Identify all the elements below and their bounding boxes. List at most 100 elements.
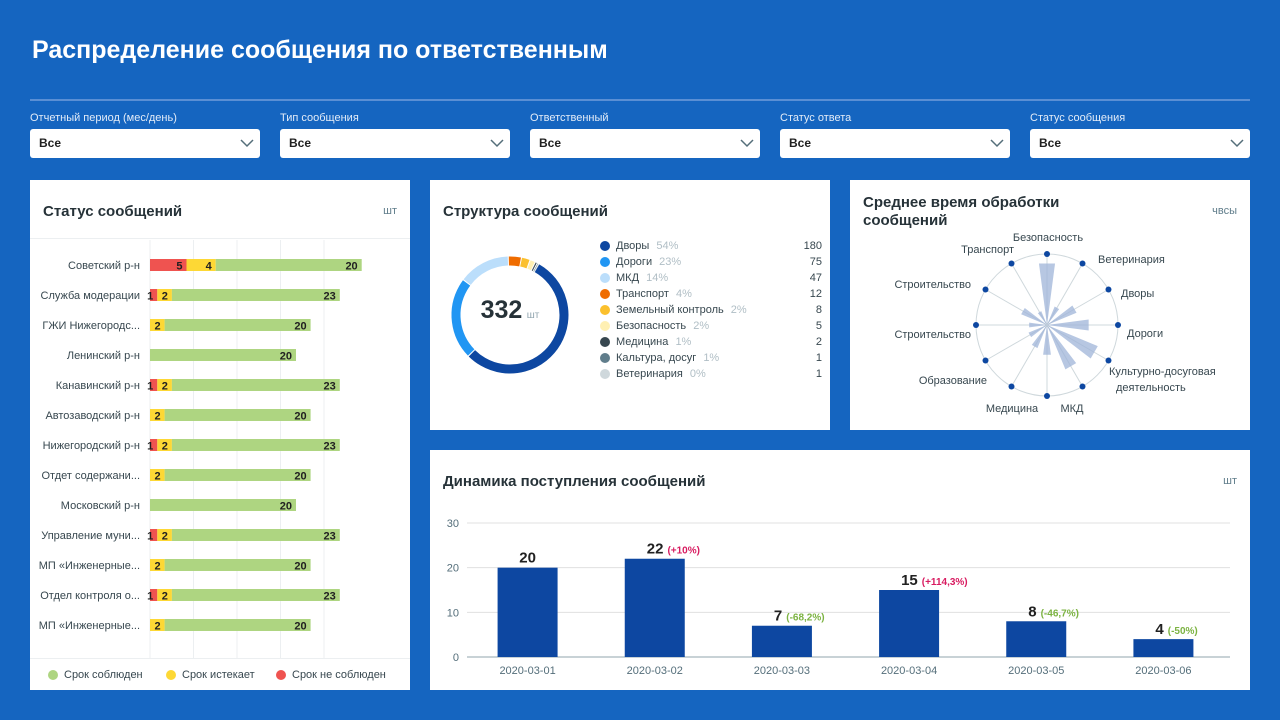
segment-label: 1 [147, 591, 153, 603]
radar-label-stroitelstvo: Строительство [894, 279, 971, 291]
segment-label: 5 [176, 261, 182, 273]
segment-label: 20 [294, 561, 306, 573]
segment-label: 2 [154, 471, 160, 483]
category-label: Служба модерации [41, 290, 141, 302]
radar-point[interactable] [982, 357, 989, 364]
radar-point[interactable] [973, 322, 979, 328]
card-divider [30, 238, 410, 239]
bar-segment[interactable] [171, 379, 340, 391]
filter-label: Тип сообщения [280, 112, 359, 124]
structure-legend-item[interactable]: МКД 14% 47 [600, 270, 822, 286]
structure-legend-item[interactable]: Кальтура, досуг 1% 1 [600, 350, 822, 366]
segment-label: 2 [162, 531, 168, 543]
bar-segment[interactable] [164, 319, 311, 331]
segment-label: 2 [154, 561, 160, 573]
category-label: Советский р-н [68, 260, 140, 272]
structure-legend-item[interactable]: Дороги 23% 75 [600, 254, 822, 270]
bar-segment[interactable] [171, 439, 340, 451]
structure-legend-item[interactable]: Ветеринария 0% 1 [600, 366, 822, 382]
total-value: 332 [480, 296, 523, 324]
select-value: Все [39, 136, 62, 150]
bar[interactable] [751, 625, 812, 657]
bar[interactable] [1006, 621, 1067, 657]
segment-label: 1 [147, 291, 153, 303]
legend-value: 1 [815, 352, 822, 364]
radar-point[interactable] [1105, 357, 1112, 364]
legend-name: Дворы [616, 240, 650, 252]
radar-label-stroitelstvo: Строительство [894, 329, 971, 341]
radar-point[interactable] [1079, 260, 1086, 267]
legend-overdue[interactable]: Срок не соблюден [276, 669, 386, 681]
radar-point[interactable] [1008, 383, 1015, 390]
radar-card: Среднее время обработки сообщений чвсы Б… [850, 180, 1250, 430]
bar-segment[interactable] [164, 559, 311, 571]
segment-label: 2 [162, 591, 168, 603]
legend-name: Кальтура, досуг [616, 352, 697, 364]
structure-legend-item[interactable]: Медицина 1% 2 [600, 334, 822, 350]
bar-segment[interactable] [150, 349, 296, 361]
structure-legend-item[interactable]: Безопасность 2% 5 [600, 318, 822, 334]
radar-point[interactable] [1044, 393, 1050, 399]
radar-label-kultura: Культурно-досуговая [1109, 366, 1216, 378]
legend-on-time[interactable]: Срок соблюден [48, 669, 143, 681]
bar-segment[interactable] [150, 499, 296, 511]
radar-point[interactable] [1044, 251, 1050, 257]
answer-status-select[interactable]: Все [780, 129, 1010, 158]
radar-point[interactable] [1105, 286, 1112, 293]
legend-dot [600, 273, 610, 284]
bar-segment[interactable] [164, 409, 311, 421]
bar-segment[interactable] [215, 259, 362, 271]
y-tick-label: 30 [447, 518, 459, 530]
period-select[interactable]: Все [30, 129, 260, 158]
legend-divider [30, 658, 410, 659]
card-title: Структура сообщений [443, 203, 608, 220]
segment-label: 2 [162, 441, 168, 453]
legend-dot [600, 257, 610, 268]
segment-label: 2 [154, 621, 160, 633]
radar-point[interactable] [982, 286, 989, 293]
chevron-down-icon [240, 139, 254, 148]
legend-dot [600, 289, 610, 300]
segment-label: 4 [206, 261, 213, 273]
filter-label: Ответственный [530, 112, 609, 124]
card-unit: шт [383, 205, 397, 217]
responsible-select[interactable]: Все [530, 129, 760, 158]
category-label: Ленинский р-н [67, 350, 140, 362]
structure-legend-item[interactable]: Земельный контроль 2% 8 [600, 302, 822, 318]
segment-label: 2 [154, 411, 160, 423]
radar-point[interactable] [1008, 260, 1015, 267]
bar-segment[interactable] [171, 589, 340, 601]
legend-pct: 54% [656, 240, 679, 252]
radar-point[interactable] [1079, 383, 1086, 390]
legend-dot [600, 241, 610, 252]
select-value: Все [289, 136, 312, 150]
bar[interactable] [624, 558, 685, 657]
bar-value-label: 7 (-68,2%) [774, 608, 825, 625]
bar-segment[interactable] [171, 289, 340, 301]
legend-dot [600, 305, 610, 316]
x-tick-label: 2020-03-06 [1135, 665, 1191, 677]
bar-segment[interactable] [164, 619, 311, 631]
page-title: Распределение сообщения по ответственным [32, 36, 608, 64]
segment-label: 23 [324, 591, 336, 603]
bar-segment[interactable] [171, 529, 340, 541]
legend-expiring[interactable]: Срок истекает [166, 669, 255, 681]
category-label: Канавинский р-н [56, 380, 140, 392]
type-select[interactable]: Все [280, 129, 510, 158]
message-status-select[interactable]: Все [1030, 129, 1250, 158]
filter-label: Статус ответа [780, 112, 852, 124]
bar[interactable] [497, 567, 558, 657]
x-tick-label: 2020-03-02 [627, 665, 683, 677]
legend-dot [48, 670, 58, 681]
segment-label: 1 [147, 531, 153, 543]
structure-legend-item[interactable]: Дворы 54% 180 [600, 238, 822, 254]
legend-dot [600, 321, 610, 332]
bar-segment[interactable] [164, 469, 311, 481]
category-label: ГЖИ Нижегородс... [42, 320, 140, 332]
bar[interactable] [1133, 639, 1194, 657]
radar-point[interactable] [1115, 322, 1121, 328]
bar[interactable] [879, 590, 940, 657]
legend-name: Медицина [616, 336, 669, 348]
structure-legend-item[interactable]: Транспорт 4% 12 [600, 286, 822, 302]
filter-period: Отчетный период (мес/день) Все [30, 111, 260, 158]
